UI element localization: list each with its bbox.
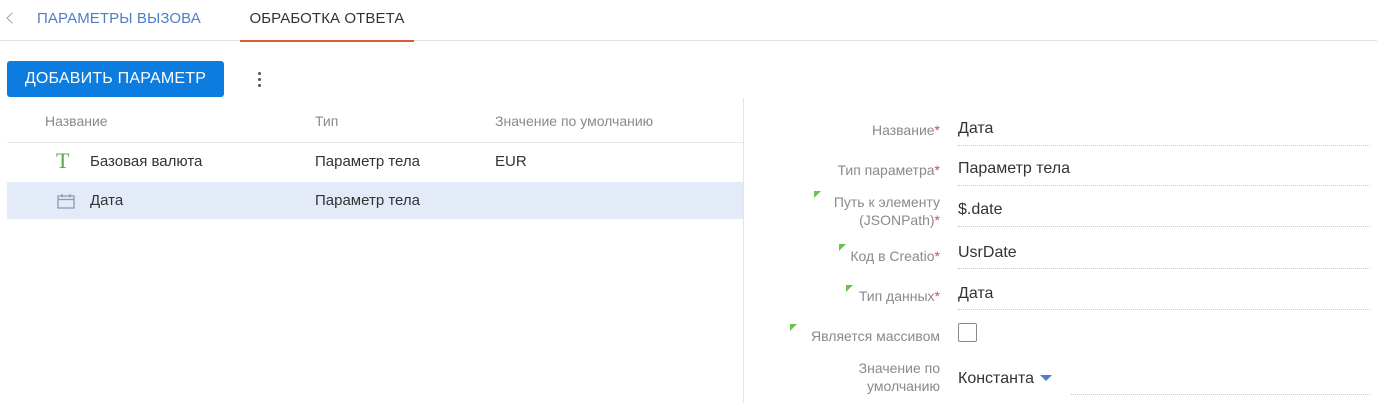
column-header-type[interactable]: Тип [315, 113, 338, 129]
hint-marker-icon[interactable] [839, 244, 846, 251]
creatio-code-field[interactable]: UsrDate [958, 244, 1017, 262]
json-path-field[interactable]: $.date [958, 201, 1002, 219]
vertical-ellipsis-icon[interactable] [251, 68, 267, 90]
table-row-selected[interactable]: Дата Параметр тела [7, 182, 743, 219]
chevron-left-icon[interactable] [3, 8, 19, 28]
tab-bar: ПАРАМЕТРЫ ВЫЗОВА ОБРАБОТКА ОТВЕТА [0, 0, 1377, 42]
data-type-underline [958, 309, 1370, 310]
calendar-icon [57, 194, 75, 209]
default-value-select[interactable]: Константа [958, 370, 1052, 388]
tab-call-parameters[interactable]: ПАРАМЕТРЫ ВЫЗОВА [37, 0, 201, 41]
row-type: Параметр тела [315, 153, 420, 170]
is-array-checkbox[interactable] [958, 323, 977, 342]
name-field-underline [958, 145, 1370, 146]
row-type: Параметр тела [315, 192, 420, 209]
param-type-underline [958, 185, 1370, 186]
row-name: Дата [90, 192, 124, 209]
param-type-field[interactable]: Параметр тела [958, 160, 1070, 178]
name-field[interactable]: Дата [958, 120, 993, 138]
json-path-underline [958, 226, 1370, 227]
hint-marker-icon[interactable] [846, 285, 853, 292]
is-array-label: Является массивом [811, 328, 940, 344]
creatio-code-label: Код в Creatio* [850, 248, 940, 264]
table-row[interactable]: T Базовая валюта Параметр тела EUR [7, 142, 743, 179]
data-type-label: Тип данных* [858, 288, 940, 304]
json-path-label: Путь к элементу (JSONPath)* [833, 194, 940, 228]
param-type-label: Тип параметра* [837, 162, 940, 178]
panel-divider [743, 98, 744, 403]
hint-marker-icon[interactable] [790, 324, 797, 331]
hint-marker-icon[interactable] [814, 191, 821, 198]
caret-down-icon [1039, 375, 1052, 381]
text-type-icon: T [56, 148, 70, 173]
column-header-default[interactable]: Значение по умолчанию [495, 113, 653, 129]
name-label: Название* [871, 122, 940, 138]
default-value-label: Значение по умолчанию [858, 360, 940, 394]
data-type-field[interactable]: Дата [958, 285, 993, 303]
default-value-underline [1071, 394, 1370, 395]
row-default: EUR [495, 153, 527, 170]
column-header-name[interactable]: Название [45, 113, 108, 129]
tab-response-processing[interactable]: ОБРАБОТКА ОТВЕТА [240, 0, 414, 42]
creatio-code-underline [958, 268, 1370, 269]
add-parameter-button[interactable]: ДОБАВИТЬ ПАРАМЕТР [7, 61, 224, 97]
row-name: Базовая валюта [90, 153, 203, 170]
